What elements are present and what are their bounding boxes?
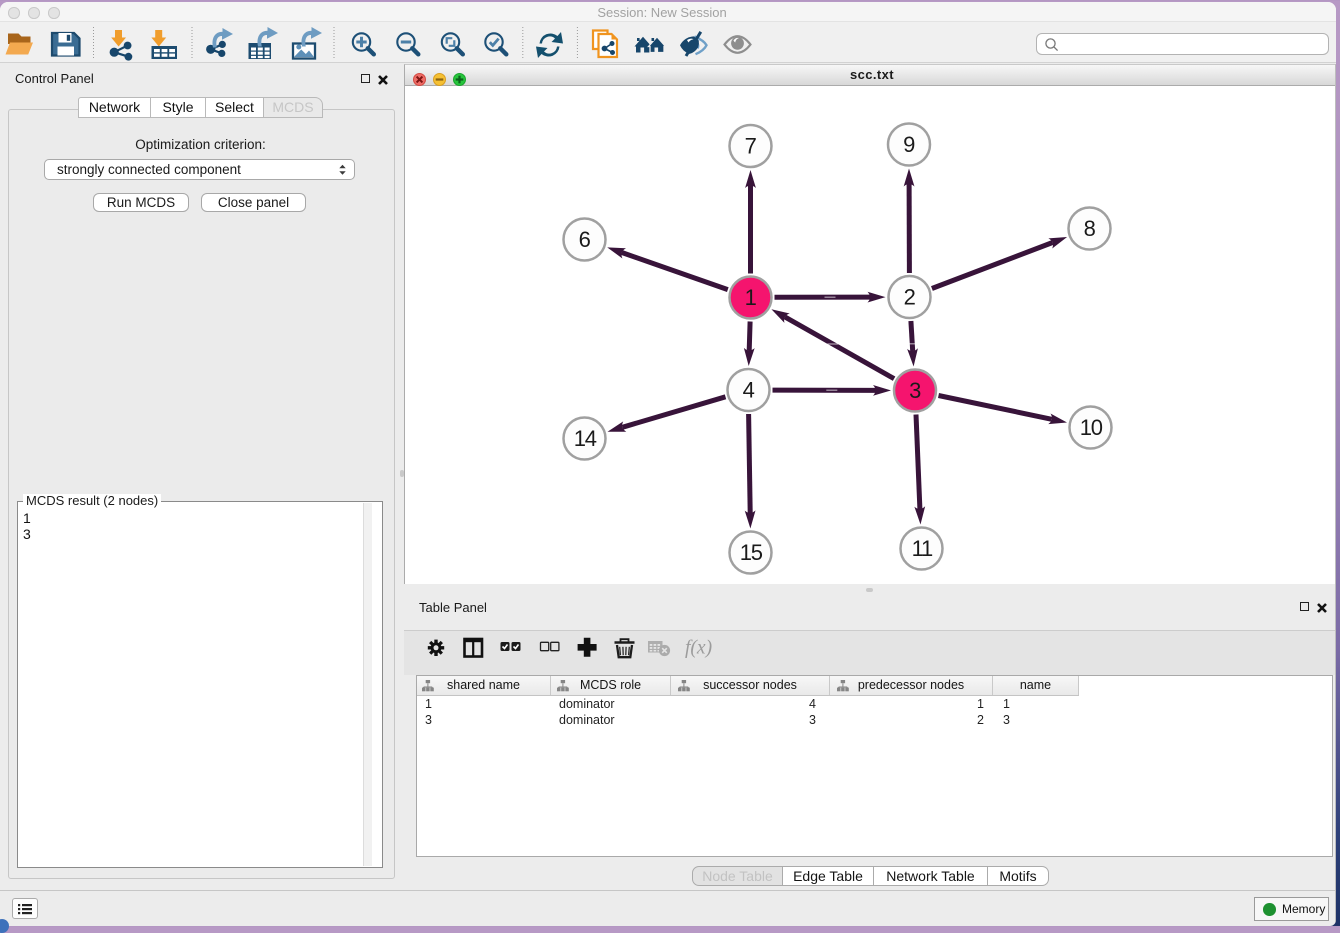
svg-text:3: 3	[909, 378, 921, 403]
svg-text:11: 11	[912, 536, 933, 561]
svg-text:4: 4	[743, 378, 755, 403]
svg-text:15: 15	[740, 540, 763, 565]
svg-text:6: 6	[579, 227, 591, 252]
svg-text:9: 9	[903, 132, 915, 157]
svg-text:1: 1	[745, 285, 757, 310]
svg-text:8: 8	[1084, 216, 1096, 241]
svg-text:14: 14	[574, 426, 597, 451]
svg-text:7: 7	[745, 134, 757, 159]
svg-text:2: 2	[904, 285, 916, 310]
svg-text:10: 10	[1080, 415, 1103, 440]
svg-text:f(x): f(x)	[685, 638, 712, 659]
